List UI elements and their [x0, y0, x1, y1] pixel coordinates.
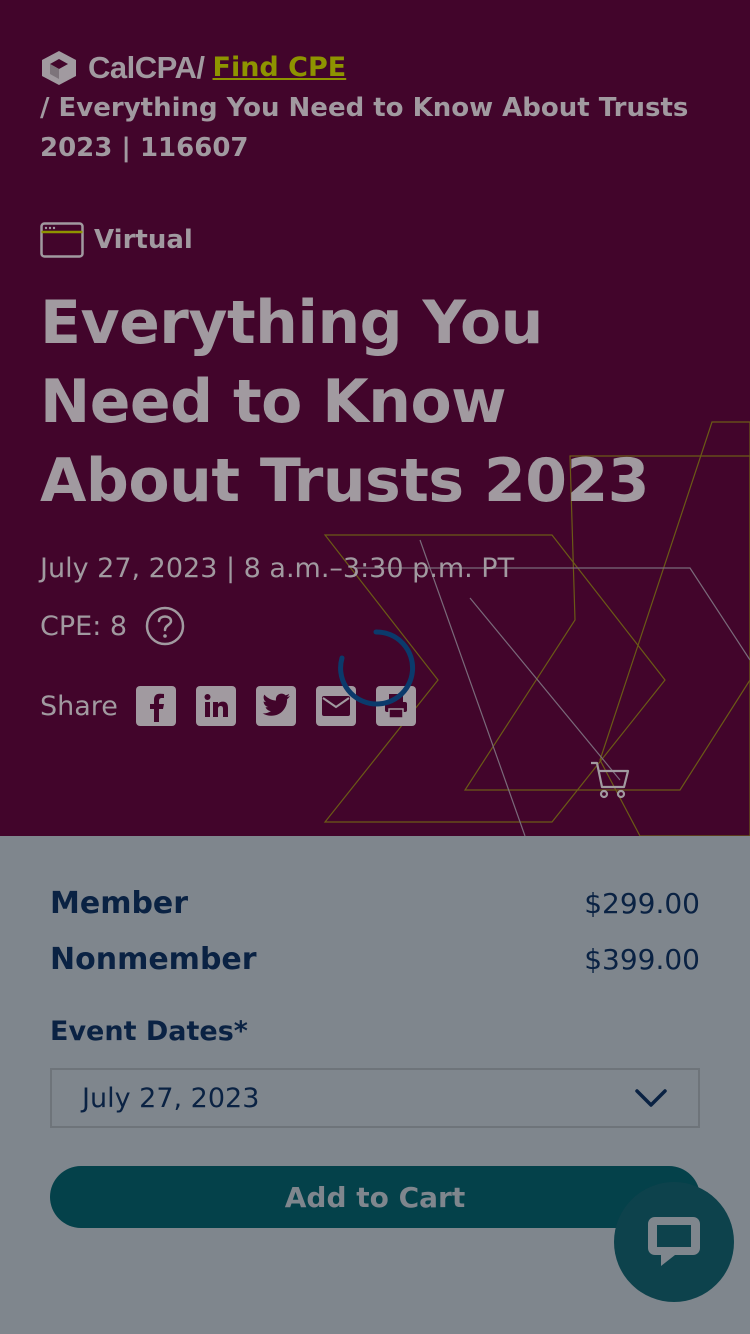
event-dates-label: Event Dates*	[50, 1016, 248, 1047]
loading-spinner-icon	[338, 629, 416, 707]
chat-bubble-icon	[648, 1217, 700, 1266]
event-title: Everything You Need to Know About Trusts…	[40, 288, 650, 516]
chat-button[interactable]	[614, 1182, 734, 1302]
breadcrumb-current: / Everything You Need to Know About Trus…	[40, 93, 689, 163]
breadcrumb: CalCPA/ Find CPE / Everything You Need t…	[40, 48, 700, 168]
browser-window-icon	[40, 222, 84, 258]
twitter-icon[interactable]	[255, 686, 296, 726]
event-hero: CalCPA/ Find CPE / Everything You Need t…	[0, 0, 750, 836]
event-format: Virtual	[40, 222, 193, 258]
facebook-icon[interactable]	[135, 686, 176, 726]
cpe-label: CPE: 8	[40, 610, 128, 642]
event-dates-select[interactable]: July 27, 2023	[50, 1068, 700, 1128]
member-label: Member	[50, 886, 189, 921]
member-price: $299.00	[584, 887, 700, 920]
nonmember-price-row: Nonmember $399.00	[50, 942, 700, 977]
question-help-icon[interactable]	[145, 606, 185, 646]
calcpa-logo-text[interactable]: CalCPA/	[88, 48, 205, 88]
add-to-cart-button[interactable]: Add to Cart	[50, 1166, 700, 1228]
event-date-time: July 27, 2023 | 8 a.m.–3:30 p.m. PT	[40, 553, 515, 584]
cpe-credits: CPE: 8	[40, 606, 185, 646]
nonmember-price: $399.00	[584, 943, 700, 976]
member-price-row: Member $299.00	[50, 886, 700, 921]
event-dates-selected: July 27, 2023	[82, 1082, 260, 1114]
find-cpe-link[interactable]: Find CPE	[213, 48, 347, 88]
calcpa-logo-icon[interactable]	[40, 49, 78, 87]
share-label: Share	[40, 690, 118, 722]
chevron-down-icon	[635, 1089, 667, 1107]
nonmember-label: Nonmember	[50, 942, 257, 977]
format-label: Virtual	[94, 225, 193, 255]
linkedin-icon[interactable]	[195, 686, 236, 726]
shopping-cart-icon[interactable]	[588, 758, 632, 802]
